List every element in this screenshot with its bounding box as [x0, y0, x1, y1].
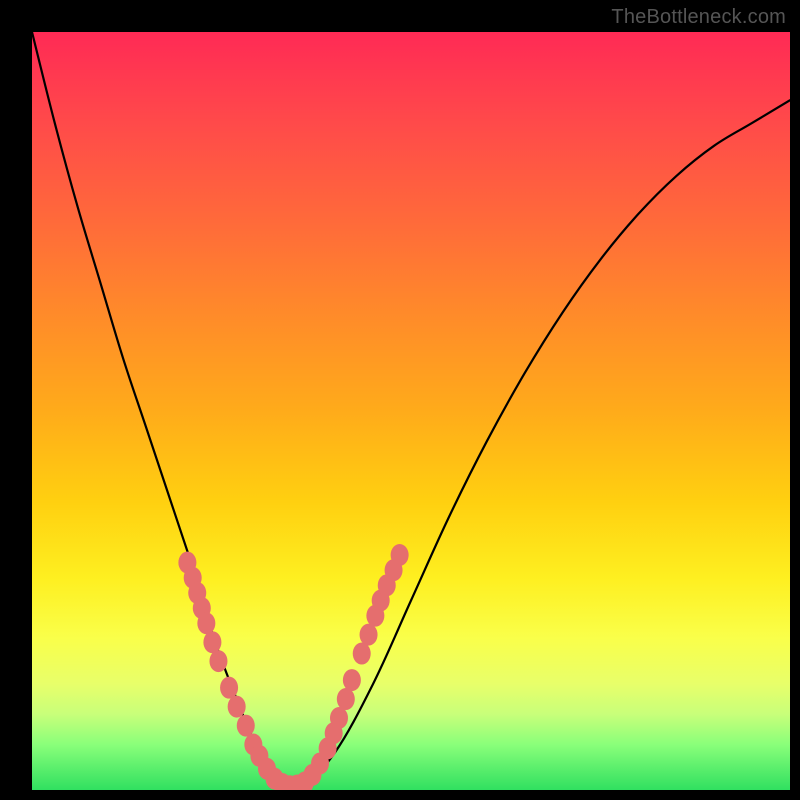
data-marker	[337, 688, 355, 710]
data-marker	[360, 624, 378, 646]
data-marker	[209, 650, 227, 672]
plot-area	[32, 32, 790, 790]
data-marker	[203, 631, 221, 653]
data-marker	[220, 677, 238, 699]
bottleneck-curve	[32, 32, 790, 787]
data-marker	[330, 707, 348, 729]
data-marker	[391, 544, 409, 566]
data-marker	[343, 669, 361, 691]
chart-svg	[32, 32, 790, 790]
markers-group	[178, 544, 408, 790]
data-marker	[197, 612, 215, 634]
data-marker	[228, 696, 246, 718]
data-marker	[353, 643, 371, 665]
chart-frame: TheBottleneck.com	[0, 0, 800, 800]
data-marker	[237, 715, 255, 737]
watermark-text: TheBottleneck.com	[611, 6, 786, 29]
